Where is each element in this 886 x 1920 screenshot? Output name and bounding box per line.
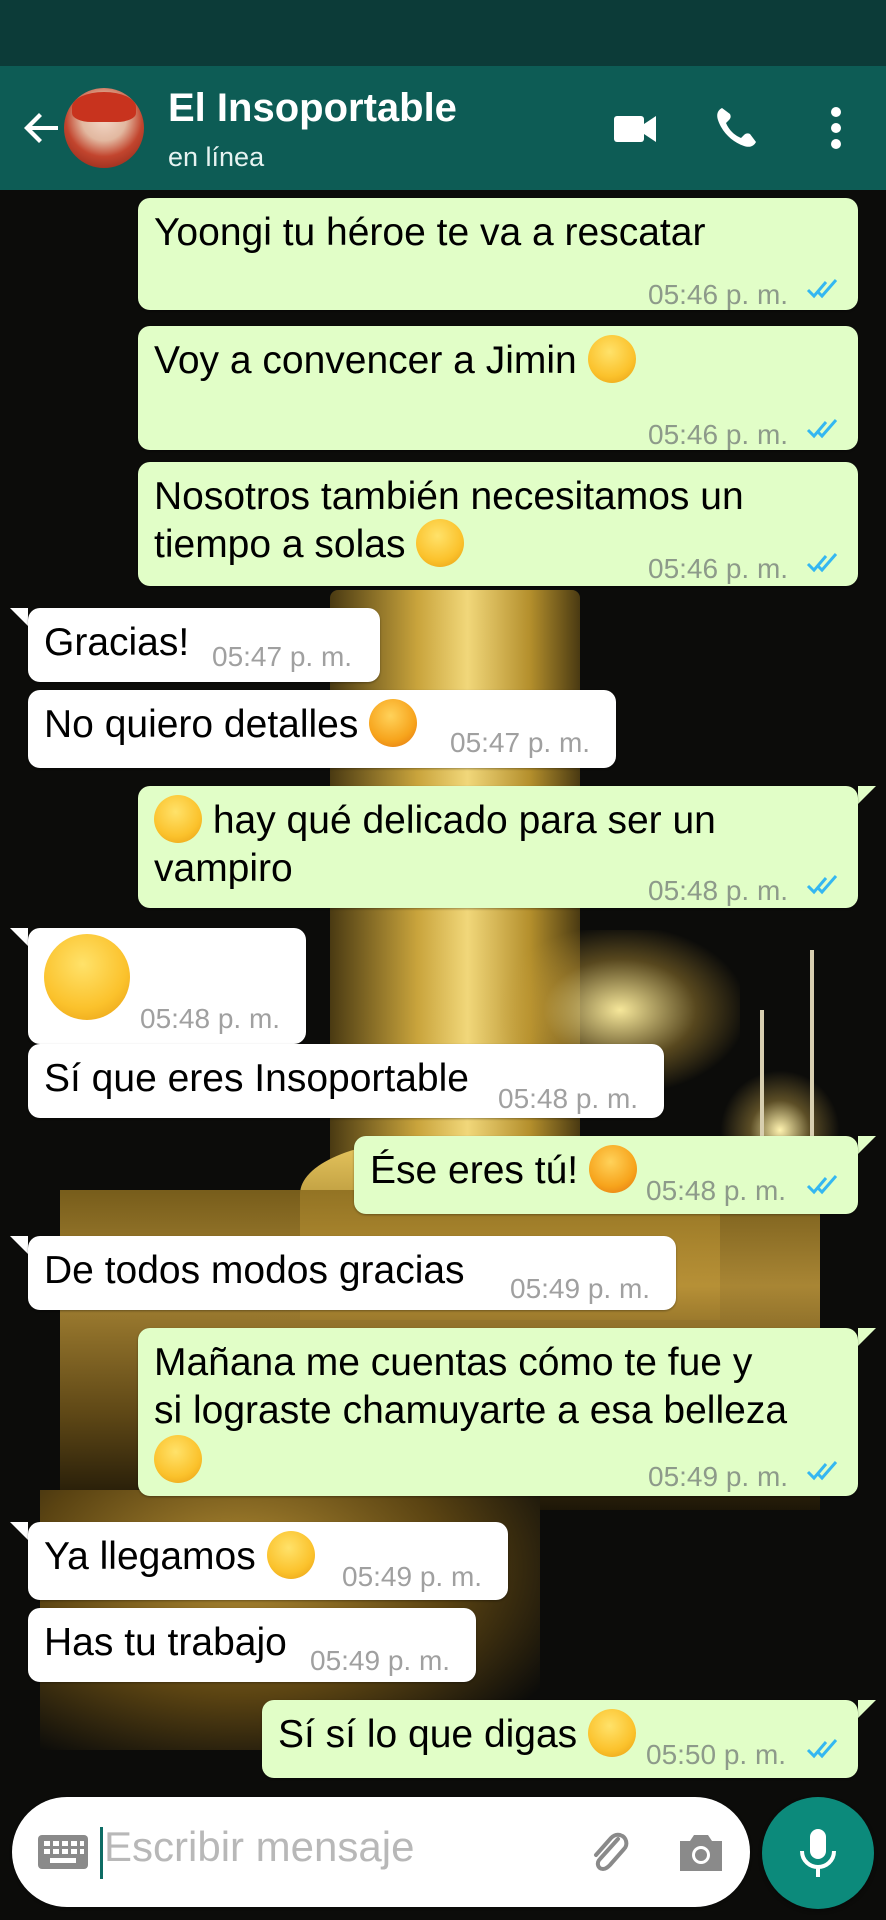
message-text: De todos modos gracias (44, 1249, 465, 1292)
message-time: 05:48 p. m. (648, 875, 789, 906)
message-text: Sí sí lo que digas (278, 1708, 637, 1759)
bubble-tail (858, 786, 876, 804)
message-text (154, 1434, 202, 1485)
message-input[interactable]: Escribir mensaje (104, 1823, 414, 1871)
message-text: Sí que eres Insoportable (44, 1057, 469, 1100)
camera-icon[interactable] (674, 1827, 728, 1877)
message-text: Gracias! (44, 621, 190, 664)
keyboard-icon[interactable] (36, 1829, 90, 1875)
bubble-tail (10, 928, 28, 946)
message-text: hay qué delicado para ser un (154, 794, 716, 845)
mic-icon (800, 1829, 836, 1877)
confounded-face-icon (369, 698, 418, 747)
message-composer[interactable]: Escribir mensaje (12, 1797, 750, 1907)
message-text: Nosotros también necesitamos un (154, 475, 744, 518)
attach-icon[interactable] (582, 1825, 636, 1879)
message-outgoing[interactable]: Mañana me cuentas cómo te fue y si logra… (138, 1328, 858, 1496)
read-ticks-icon (806, 1739, 838, 1759)
message-incoming[interactable]: Sí que eres Insoportable 05:48 p. m. (28, 1044, 664, 1118)
message-time: 05:47 p. m. (450, 727, 591, 758)
angry-face-icon (588, 1144, 637, 1193)
message-text: Voy a convencer a Jimin (154, 334, 636, 385)
message-outgoing[interactable]: Nosotros también necesitamos un tiempo a… (138, 462, 858, 586)
message-time: 05:48 p. m. (140, 1003, 281, 1034)
message-time: 05:49 p. m. (342, 1561, 483, 1592)
read-ticks-icon (806, 875, 838, 895)
message-outgoing[interactable]: Sí sí lo que digas 05:50 p. m. (262, 1700, 858, 1778)
message-time: 05:49 p. m. (310, 1645, 451, 1676)
message-text: si lograste chamuyarte a esa belleza (154, 1389, 788, 1432)
message-text: Ése eres tú! (370, 1144, 637, 1195)
message-text: Has tu trabajo (44, 1621, 287, 1664)
message-time: 05:50 p. m. (646, 1739, 787, 1770)
smirking-face-icon (154, 1434, 202, 1483)
message-incoming[interactable]: Has tu trabajo 05:49 p. m. (28, 1608, 476, 1682)
message-time: 05:46 p. m. (648, 279, 789, 310)
bubble-tail (858, 1136, 876, 1154)
unamused-face-icon (266, 1530, 315, 1579)
message-list[interactable]: Yoongi tu héroe te va a rescatar 05:46 p… (0, 190, 886, 1780)
read-ticks-icon (806, 1175, 838, 1195)
message-text: Mañana me cuentas cómo te fue y (154, 1341, 753, 1384)
status-bar (0, 0, 886, 66)
contact-name[interactable]: El Insoportable (168, 86, 457, 131)
message-text: tiempo a solas (154, 518, 465, 569)
message-time: 05:46 p. m. (648, 553, 789, 584)
message-text (44, 934, 130, 1020)
message-time: 05:46 p. m. (648, 419, 789, 450)
bubble-tail (10, 1236, 28, 1254)
chat-header: El Insoportable en línea (0, 66, 886, 190)
bubble-tail (858, 1328, 876, 1346)
message-outgoing[interactable]: Ése eres tú! 05:48 p. m. (354, 1136, 858, 1214)
message-time: 05:49 p. m. (510, 1273, 651, 1304)
message-incoming[interactable]: De todos modos gracias 05:49 p. m. (28, 1236, 676, 1310)
sleepy-face-icon (44, 934, 130, 1020)
message-text: Ya llegamos (44, 1530, 315, 1581)
message-text: No quiero detalles (44, 698, 418, 749)
message-outgoing[interactable]: Yoongi tu héroe te va a rescatar 05:46 p… (138, 198, 858, 310)
video-call-icon[interactable] (606, 98, 666, 158)
message-incoming[interactable]: Ya llegamos 05:49 p. m. (28, 1522, 508, 1600)
drooling-face-icon (416, 518, 465, 567)
more-vert-icon[interactable] (806, 98, 866, 158)
message-incoming[interactable]: 05:48 p. m. (28, 928, 306, 1044)
bubble-tail (10, 1522, 28, 1540)
read-ticks-icon (806, 279, 838, 299)
phone-icon[interactable] (706, 98, 766, 158)
voice-record-button[interactable] (762, 1797, 874, 1909)
message-outgoing[interactable]: hay qué delicado para ser un vampiro 05:… (138, 786, 858, 908)
bubble-tail (10, 608, 28, 626)
message-incoming[interactable]: No quiero detalles 05:47 p. m. (28, 690, 616, 768)
message-text: vampiro (154, 847, 293, 890)
text-cursor (100, 1827, 103, 1879)
message-time: 05:48 p. m. (646, 1175, 787, 1206)
back-arrow-icon[interactable] (14, 100, 70, 156)
bubble-tail (858, 1700, 876, 1718)
grinning-face-icon (588, 1708, 637, 1757)
read-ticks-icon (806, 419, 838, 439)
face-with-hand-over-mouth-icon (154, 794, 202, 843)
read-ticks-icon (806, 553, 838, 573)
contact-status: en línea (168, 142, 265, 172)
message-time: 05:47 p. m. (212, 641, 353, 672)
message-time: 05:49 p. m. (648, 1461, 789, 1492)
message-outgoing[interactable]: Voy a convencer a Jimin 05:46 p. m. (138, 326, 858, 450)
smirking-face-icon (587, 334, 636, 383)
avatar[interactable] (64, 88, 144, 168)
read-ticks-icon (806, 1461, 838, 1481)
message-text: Yoongi tu héroe te va a rescatar (154, 211, 706, 254)
message-time: 05:48 p. m. (498, 1083, 639, 1114)
message-incoming[interactable]: Gracias! 05:47 p. m. (28, 608, 380, 682)
